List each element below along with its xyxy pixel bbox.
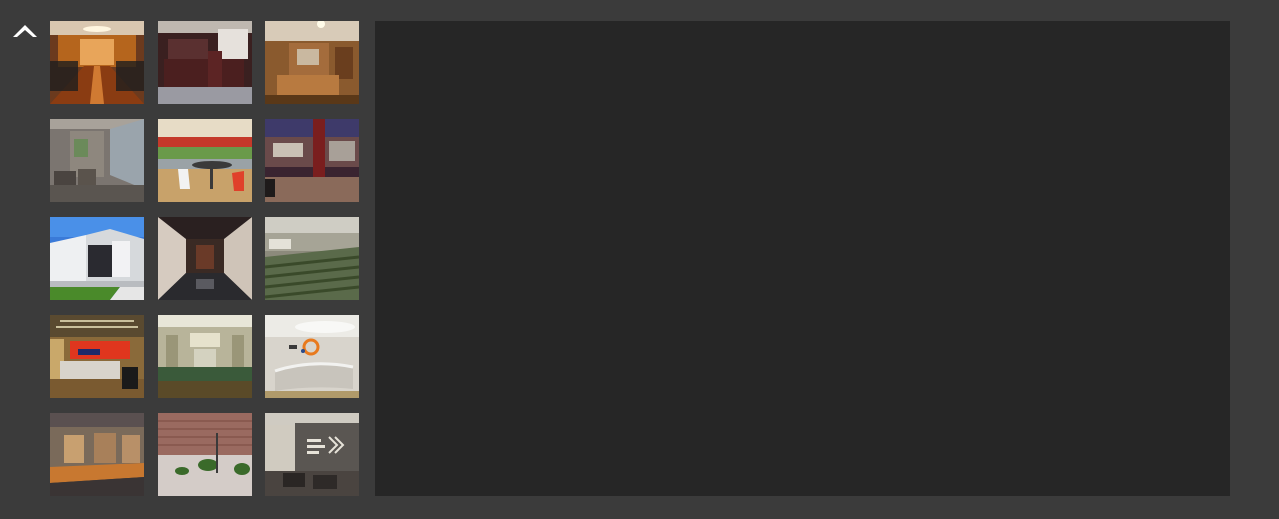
thumbnail-lobby-reception[interactable] — [265, 21, 359, 104]
thumbnail-storefront-wood[interactable] — [50, 413, 144, 496]
image-viewer-panel[interactable] — [375, 21, 1230, 496]
thumbnail-building-exterior[interactable] — [50, 217, 144, 300]
thumbnail-cafe-lounge[interactable] — [157, 119, 252, 202]
thumbnail-stage-room[interactable] — [157, 315, 252, 398]
thumbnail-conference-room[interactable] — [50, 21, 144, 104]
chevron-up-icon — [13, 25, 37, 37]
scroll-up-button[interactable] — [11, 20, 39, 40]
gallery-page — [0, 0, 1279, 519]
thumbnail-auditorium[interactable] — [265, 217, 359, 300]
thumbnail-lobby-purple[interactable] — [265, 119, 359, 202]
thumbnail-reception-desk[interactable] — [157, 21, 252, 104]
thumbnail-lobby-logo-wall[interactable] — [265, 413, 359, 496]
thumbnail-reception-red-wall[interactable] — [50, 315, 144, 398]
thumbnail-elevator-hall[interactable] — [157, 217, 252, 300]
thumbnail-white-reception[interactable] — [265, 315, 359, 398]
thumbnail-corridor-seating[interactable] — [50, 119, 144, 202]
thumbnail-plaza-exterior[interactable] — [157, 413, 252, 496]
thumbnail-grid — [50, 21, 360, 496]
